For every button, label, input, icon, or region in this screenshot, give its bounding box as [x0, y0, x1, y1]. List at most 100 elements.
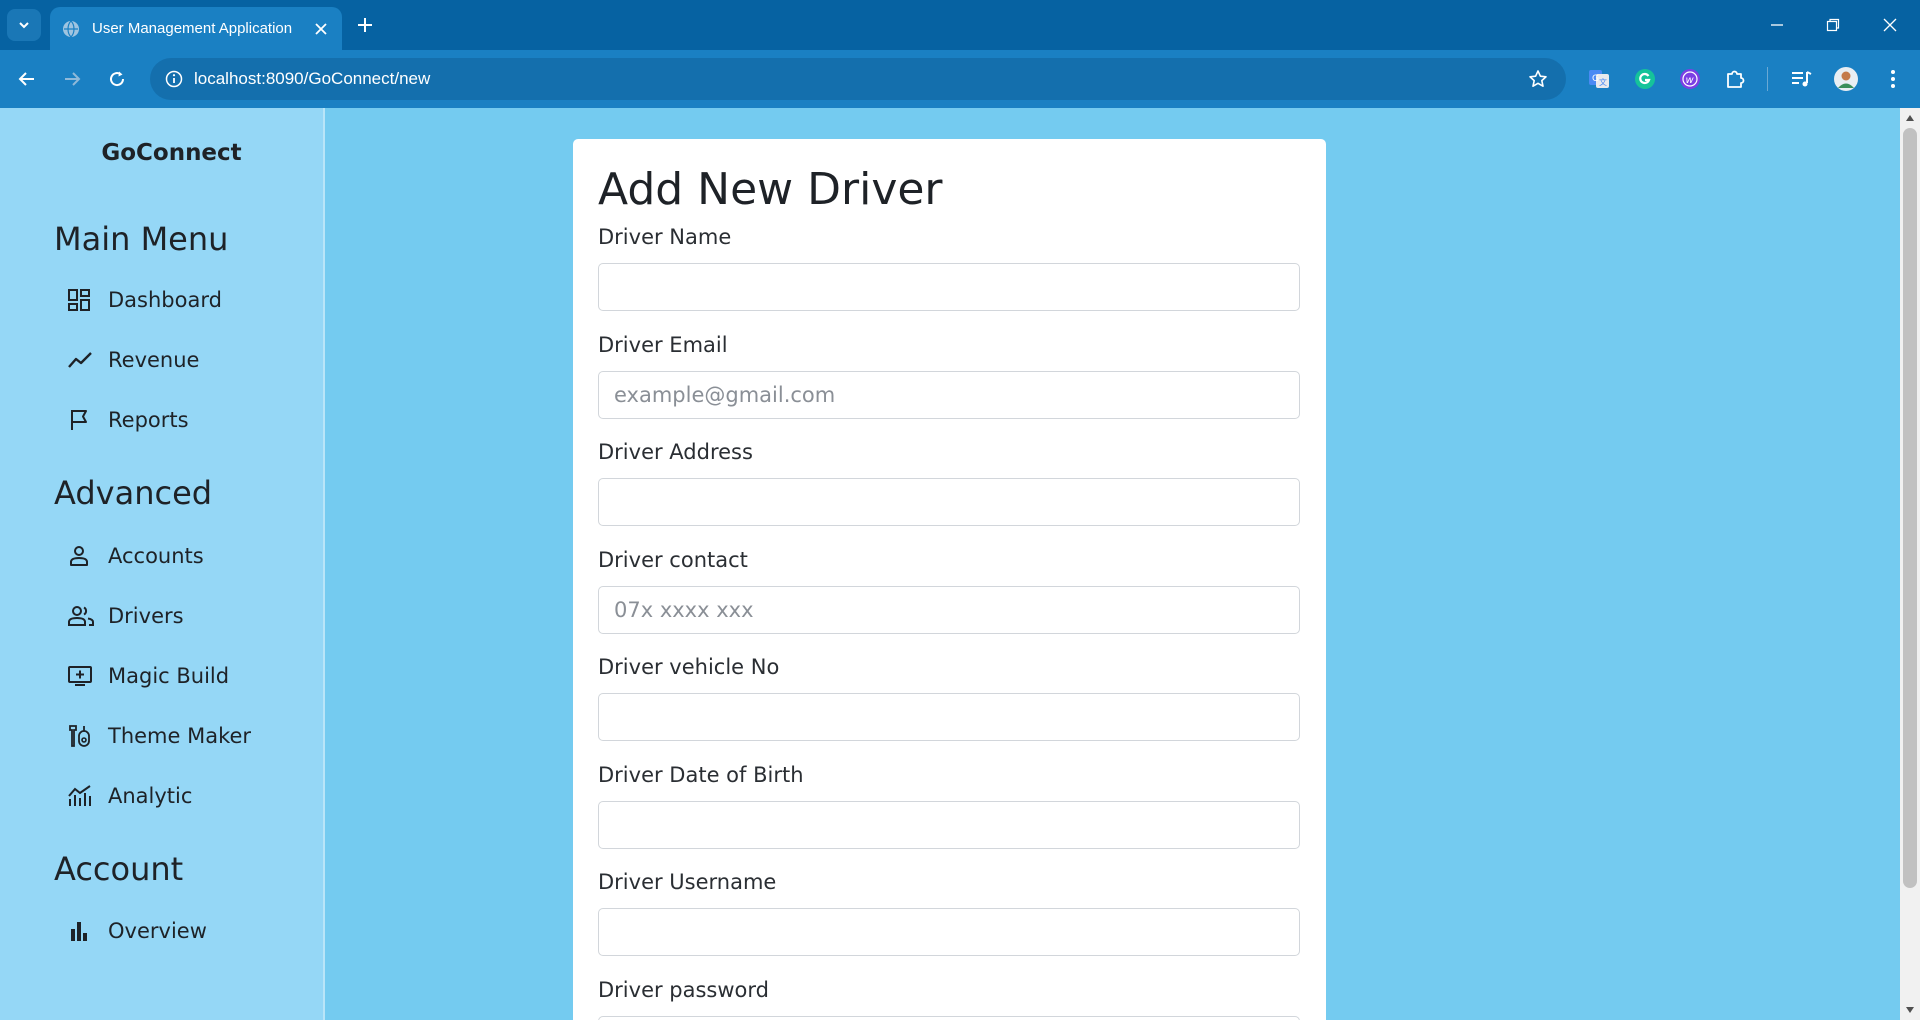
sidebar-item-revenue[interactable]: Revenue	[54, 338, 304, 382]
driver-username-label: Driver Username	[598, 870, 777, 894]
restore-button[interactable]	[1815, 8, 1851, 42]
sidebar-item-magic-build[interactable]: Magic Build	[54, 654, 304, 698]
scroll-up-button[interactable]	[1900, 108, 1920, 128]
people-icon	[54, 594, 108, 638]
driver-vehicle-no-label: Driver vehicle No	[598, 655, 780, 679]
browser-menu-button[interactable]	[1876, 62, 1910, 96]
restore-icon	[1826, 18, 1840, 32]
profile-button[interactable]	[1829, 62, 1863, 96]
grammarly-extension[interactable]	[1628, 62, 1662, 96]
site-info-button[interactable]	[154, 58, 194, 100]
section-title-main-menu: Main Menu	[54, 220, 229, 258]
translate-icon: G文	[1589, 70, 1609, 88]
driver-vehicle-no-input[interactable]	[598, 693, 1300, 741]
sidebar-item-label: Reports	[108, 408, 189, 432]
add-to-queue-icon	[54, 654, 108, 698]
playlist-music-icon	[1792, 71, 1812, 87]
sidebar-item-label: Drivers	[108, 604, 184, 628]
browser-toolbar: localhost:8090/GoConnect/new G文 w	[0, 50, 1920, 108]
sidebar-item-label: Revenue	[108, 348, 200, 372]
tab-search-button[interactable]	[7, 9, 41, 41]
close-icon	[1883, 18, 1897, 32]
puzzle-icon	[1727, 70, 1745, 88]
minimize-icon	[1771, 24, 1783, 26]
bar-chart-icon	[54, 909, 108, 953]
reload-icon	[110, 71, 125, 87]
page-scrollbar[interactable]	[1900, 108, 1920, 1020]
section-title-advanced: Advanced	[54, 474, 213, 512]
driver-email-input[interactable]	[598, 371, 1300, 419]
sidebar-item-theme-maker[interactable]: Theme Maker	[54, 714, 304, 758]
sidebar-item-reports[interactable]: Reports	[54, 398, 304, 442]
avatar-icon	[1834, 67, 1858, 91]
sidebar-item-label: Analytic	[108, 784, 193, 808]
triangle-up-icon	[1906, 115, 1914, 121]
theme-icon	[54, 714, 108, 758]
sidebar-item-label: Dashboard	[108, 288, 222, 312]
sidebar-item-overview[interactable]: Overview	[54, 909, 304, 953]
flag-icon	[54, 398, 108, 442]
plus-icon	[358, 18, 372, 32]
sidebar-item-analytic[interactable]: Analytic	[54, 774, 304, 818]
address-bar[interactable]: localhost:8090/GoConnect/new	[150, 58, 1566, 100]
driver-name-input[interactable]	[598, 263, 1300, 311]
globe-icon	[63, 20, 79, 37]
sidebar-item-drivers[interactable]: Drivers	[54, 594, 304, 638]
svg-text:G: G	[1592, 74, 1599, 84]
driver-contact-label: Driver contact	[598, 548, 748, 572]
google-translate-extension[interactable]: G文	[1582, 62, 1616, 96]
w-circle-icon: w	[1680, 69, 1700, 89]
driver-password-label: Driver password	[598, 978, 769, 1002]
back-button[interactable]	[10, 62, 44, 96]
media-controls-button[interactable]	[1784, 62, 1818, 96]
triangle-down-icon	[1906, 1007, 1914, 1013]
close-window-button[interactable]	[1872, 8, 1908, 42]
driver-username-input[interactable]	[598, 908, 1300, 956]
driver-password-input[interactable]	[598, 1016, 1300, 1020]
chevron-down-icon	[19, 22, 29, 29]
person-icon	[54, 534, 108, 578]
driver-dob-input[interactable]	[598, 801, 1300, 849]
sidebar-item-dashboard[interactable]: Dashboard	[54, 278, 304, 322]
driver-dob-label: Driver Date of Birth	[598, 763, 804, 787]
trending-line-icon	[54, 338, 108, 382]
url-text[interactable]: localhost:8090/GoConnect/new	[194, 69, 1518, 89]
sidebar-item-label: Theme Maker	[108, 724, 252, 748]
info-icon	[165, 70, 183, 88]
sidebar: GoConnect Main Menu Dashboard Revenue Re…	[0, 108, 325, 1020]
sidebar-item-accounts[interactable]: Accounts	[54, 534, 304, 578]
scroll-down-button[interactable]	[1900, 1000, 1920, 1020]
tab-title: User Management Application	[92, 20, 293, 37]
driver-name-label: Driver Name	[598, 225, 732, 249]
driver-address-label: Driver Address	[598, 440, 753, 464]
driver-email-label: Driver Email	[598, 333, 728, 357]
extensions-button[interactable]	[1718, 62, 1752, 96]
bookmark-button[interactable]	[1518, 58, 1558, 100]
grammarly-icon	[1635, 69, 1655, 89]
brand-logo-text[interactable]: GoConnect	[0, 140, 343, 166]
star-icon	[1529, 70, 1547, 87]
driver-address-input[interactable]	[598, 478, 1300, 526]
minimize-button[interactable]	[1759, 8, 1795, 42]
close-icon	[315, 22, 327, 35]
forward-button[interactable]	[55, 62, 89, 96]
arrow-left-icon	[18, 72, 34, 86]
add-driver-form-card: Add New Driver Driver Name Driver Email …	[573, 139, 1326, 1020]
tab-close-button[interactable]	[306, 14, 336, 44]
browser-tab-bar: User Management Application	[0, 0, 1920, 50]
section-title-account: Account	[54, 850, 184, 888]
sidebar-item-label: Magic Build	[108, 664, 230, 688]
kebab-menu-icon	[1891, 70, 1895, 88]
reload-button[interactable]	[100, 62, 134, 96]
browser-tab-active[interactable]: User Management Application	[50, 7, 342, 50]
new-tab-button[interactable]	[350, 10, 380, 40]
writing-extension[interactable]: w	[1673, 62, 1707, 96]
svg-text:文: 文	[1599, 77, 1607, 87]
arrow-right-icon	[65, 72, 81, 86]
scrollbar-thumb[interactable]	[1903, 128, 1917, 888]
analytics-icon	[54, 774, 108, 818]
svg-text:w: w	[1686, 75, 1695, 86]
page-title: Add New Driver	[598, 164, 943, 215]
toolbar-separator	[1767, 67, 1768, 91]
driver-contact-input[interactable]	[598, 586, 1300, 634]
